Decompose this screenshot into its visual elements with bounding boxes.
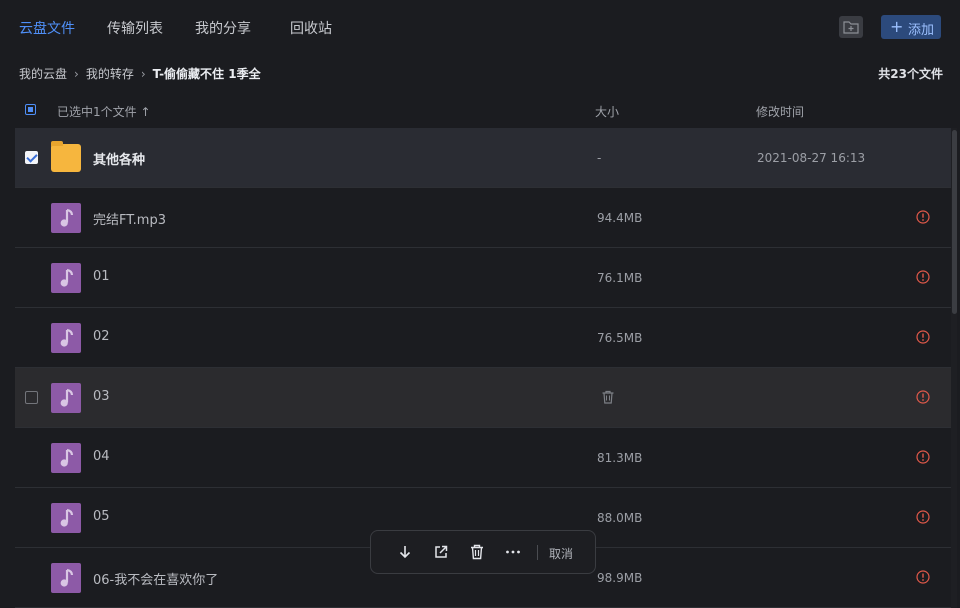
add-button-label: 添加: [908, 23, 935, 38]
file-name[interactable]: 01: [93, 269, 110, 284]
top-nav: 云盘文件 传输列表 我的分享 回收站 + 添加: [0, 0, 960, 54]
warning-icon[interactable]: [916, 270, 930, 284]
music-file-icon: [51, 203, 81, 233]
file-row[interactable]: 01 76.1MB: [15, 248, 951, 308]
cancel-button[interactable]: 取消: [549, 545, 573, 562]
music-file-icon: [51, 323, 81, 353]
file-size: 81.3MB: [597, 451, 643, 465]
add-button[interactable]: + 添加: [881, 15, 941, 39]
file-size: 98.9MB: [597, 571, 643, 585]
folder-icon: [51, 141, 81, 172]
chevron-right-icon: ›: [140, 67, 146, 81]
file-name[interactable]: 其他各种: [93, 149, 145, 168]
select-all-checkbox[interactable]: [25, 104, 36, 115]
plus-icon: +: [890, 17, 904, 36]
column-size[interactable]: 大小: [595, 103, 619, 120]
warning-icon[interactable]: [916, 450, 930, 464]
music-file-icon: [51, 503, 81, 533]
file-count: 共23个文件: [878, 67, 943, 81]
breadcrumb-item-current: T-偷偷藏不住 1季全: [152, 67, 261, 81]
file-name[interactable]: 05: [93, 509, 110, 524]
scrollbar-thumb[interactable]: [952, 130, 957, 314]
file-row[interactable]: 03: [15, 368, 951, 428]
file-size: 76.1MB: [597, 271, 643, 285]
warning-icon[interactable]: [916, 390, 930, 404]
file-size: 94.4MB: [597, 211, 643, 225]
file-name[interactable]: 完结FT.mp3: [93, 209, 166, 228]
file-name[interactable]: 06-我不会在喜欢你了: [93, 569, 218, 588]
column-modified[interactable]: 修改时间: [756, 103, 804, 120]
file-size: -: [597, 151, 602, 165]
download-icon[interactable]: [396, 543, 414, 561]
music-file-icon: [51, 263, 81, 293]
breadcrumb: 我的云盘 › 我的转存 › T-偷偷藏不住 1季全: [19, 65, 261, 82]
trash-icon[interactable]: [468, 543, 486, 561]
breadcrumb-item-my-saved[interactable]: 我的转存: [86, 67, 134, 81]
breadcrumb-item-my-cloud[interactable]: 我的云盘: [19, 67, 67, 81]
trash-icon[interactable]: [600, 389, 616, 405]
row-checkbox[interactable]: [25, 151, 38, 164]
warning-icon[interactable]: [916, 210, 930, 224]
file-row[interactable]: 完结FT.mp3 94.4MB: [15, 188, 951, 248]
scrollbar[interactable]: [951, 128, 957, 608]
divider: [537, 545, 538, 560]
file-name[interactable]: 02: [93, 329, 110, 344]
tab-cloud-files[interactable]: 云盘文件: [19, 18, 75, 38]
list-header: 已选中1个文件 ↑ 大小 修改时间: [15, 96, 951, 126]
file-row[interactable]: 其他各种 - 2021-08-27 16:13: [15, 128, 951, 188]
tab-my-shares[interactable]: 我的分享: [195, 18, 251, 38]
file-row[interactable]: 02 76.5MB: [15, 308, 951, 368]
new-folder-button[interactable]: [839, 16, 863, 38]
music-file-icon: [51, 563, 81, 593]
selection-status[interactable]: 已选中1个文件 ↑: [57, 103, 151, 120]
file-name[interactable]: 04: [93, 449, 110, 464]
music-file-icon: [51, 383, 81, 413]
music-file-icon: [51, 443, 81, 473]
file-size: 76.5MB: [597, 331, 643, 345]
file-row[interactable]: 04 81.3MB: [15, 428, 951, 488]
row-checkbox[interactable]: [25, 391, 38, 404]
warning-icon[interactable]: [916, 570, 930, 584]
file-size: 88.0MB: [597, 511, 643, 525]
share-icon[interactable]: [432, 543, 450, 561]
chevron-right-icon: ›: [74, 67, 79, 81]
warning-icon[interactable]: [916, 510, 930, 524]
file-modified: 2021-08-27 16:13: [757, 151, 866, 165]
tab-transfer-list[interactable]: 传输列表: [107, 18, 163, 38]
more-icon[interactable]: [504, 543, 522, 561]
warning-icon[interactable]: [916, 330, 930, 344]
file-name[interactable]: 03: [93, 389, 110, 404]
folder-plus-icon: [843, 21, 859, 34]
selection-action-bar: 取消: [370, 530, 596, 574]
tab-recycle-bin[interactable]: 回收站: [290, 18, 332, 38]
